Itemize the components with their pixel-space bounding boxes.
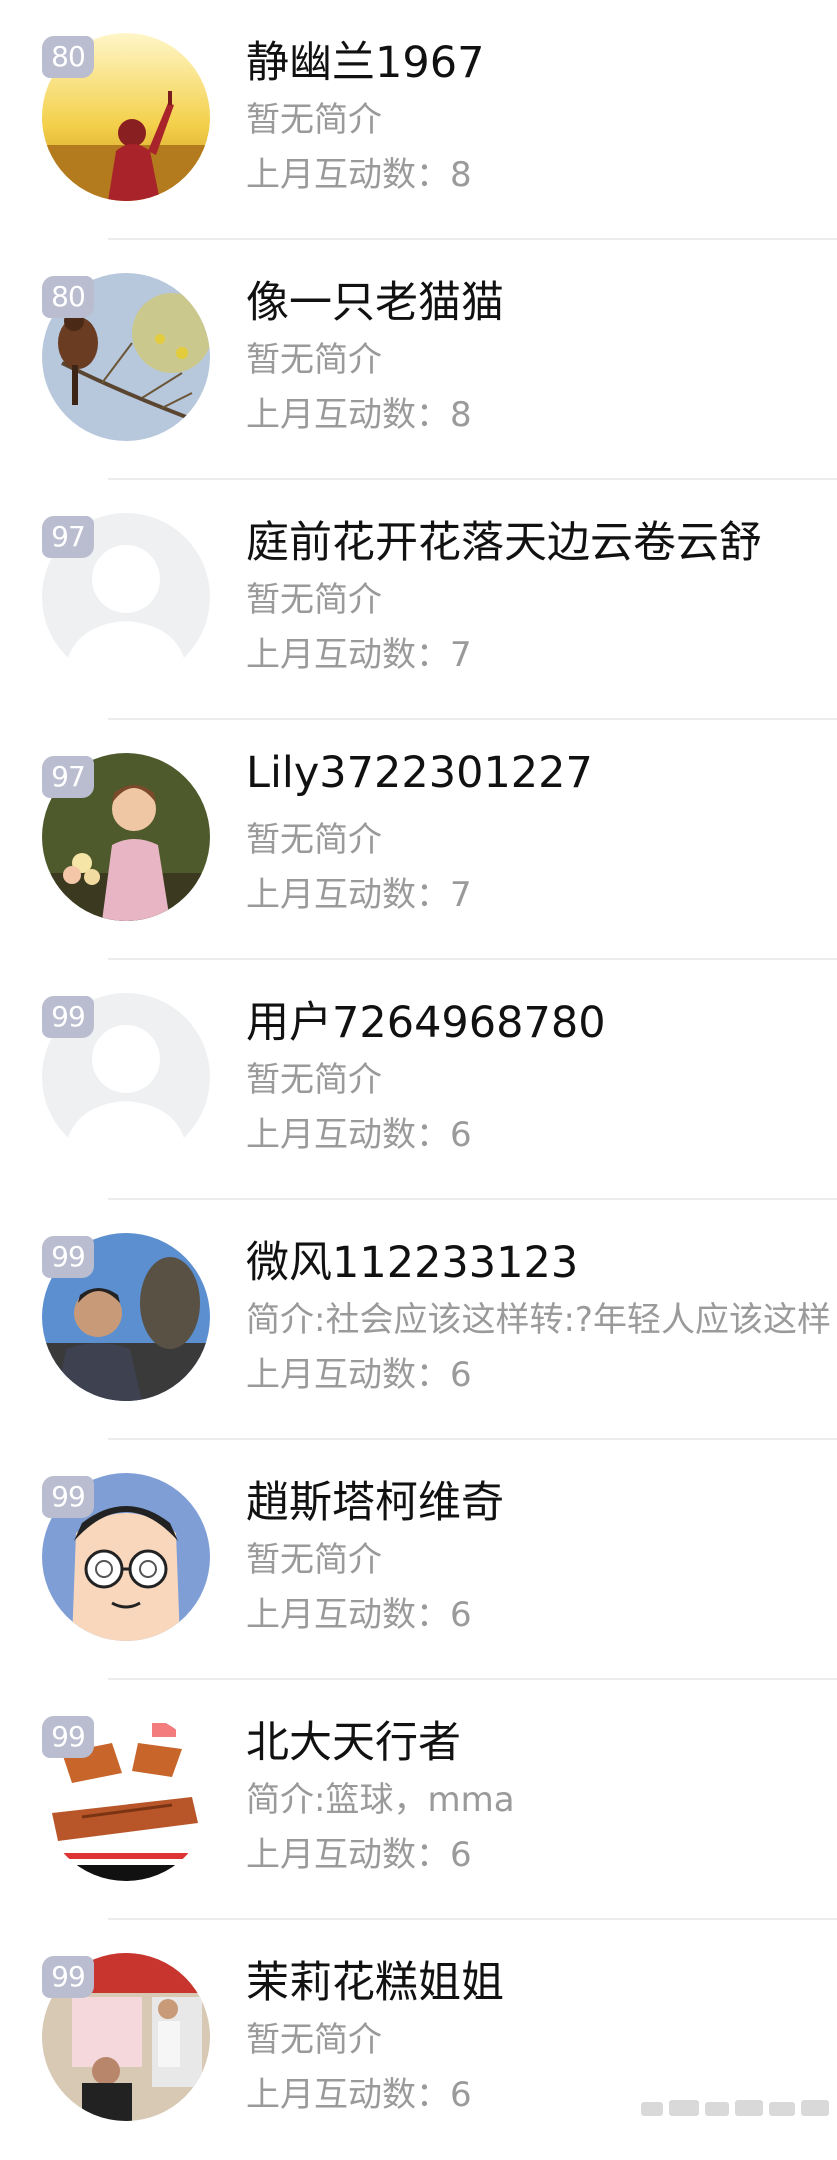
list-item[interactable]: 99 用户7264968780 暂无简介 上月互动数：6 <box>0 960 837 1200</box>
level-badge: 99 <box>42 1236 94 1278</box>
interaction-count: 上月互动数：7 <box>246 635 472 675</box>
user-name[interactable]: 像一只老猫猫 <box>246 268 504 330</box>
level-badge: 80 <box>42 276 94 318</box>
user-name[interactable]: 趙斯塔柯维奇 <box>246 1468 504 1530</box>
user-name[interactable]: 微风112233123 <box>246 1228 578 1290</box>
list-item[interactable]: 97 庭前花开花落天边云卷云舒 暂无简介 上月互动数：7 <box>0 480 837 720</box>
level-badge: 80 <box>42 36 94 78</box>
user-name[interactable]: 静幽兰1967 <box>246 28 484 90</box>
interaction-count: 上月互动数：6 <box>246 1355 472 1395</box>
user-bio: 暂无简介 <box>246 340 382 380</box>
level-badge: 97 <box>42 756 94 798</box>
interaction-count: 上月互动数：6 <box>246 1115 472 1155</box>
level-badge: 99 <box>42 1716 94 1758</box>
interaction-count: 上月互动数：6 <box>246 1835 472 1875</box>
user-name[interactable]: 北大天行者 <box>246 1708 461 1770</box>
level-badge: 99 <box>42 1956 94 1998</box>
user-bio: 简介:篮球，mma <box>246 1780 515 1820</box>
level-badge: 99 <box>42 996 94 1038</box>
user-name[interactable]: Lily3722301227 <box>246 748 593 798</box>
list-item[interactable]: 99 趙斯塔柯维奇 暂无简介 上月互动数：6 <box>0 1440 837 1680</box>
interaction-count: 上月互动数：8 <box>246 395 472 435</box>
user-bio: 简介:社会应该这样转:?年轻人应该这样 <box>246 1300 831 1340</box>
list-item[interactable]: 97 Lily3722301227 暂无简介 上月互动数：7 <box>0 720 837 960</box>
user-name[interactable]: 用户7264968780 <box>246 988 606 1050</box>
user-bio: 暂无简介 <box>246 2020 382 2060</box>
user-name[interactable]: 庭前花开花落天边云卷云舒 <box>246 508 762 570</box>
list-item[interactable]: 99 北大天行者 简介:篮球，mma 上月互动数：6 <box>0 1680 837 1920</box>
list-item[interactable]: 80 像一只老猫猫 暂无简介 上月互动数：8 <box>0 240 837 480</box>
user-bio: 暂无简介 <box>246 1540 382 1580</box>
user-bio: 暂无简介 <box>246 820 382 860</box>
list-item[interactable]: 80 静幽兰1967 暂无简介 上月互动数：8 <box>0 0 837 240</box>
interaction-count: 上月互动数：6 <box>246 2075 472 2115</box>
list-item[interactable]: 99 微风112233123 简介:社会应该这样转:?年轻人应该这样 上月互动数… <box>0 1200 837 1440</box>
interaction-count: 上月互动数：8 <box>246 155 472 195</box>
level-badge: 97 <box>42 516 94 558</box>
user-name[interactable]: 茉莉花糕姐姐 <box>246 1948 504 2010</box>
interaction-count: 上月互动数：6 <box>246 1595 472 1635</box>
user-bio: 暂无简介 <box>246 100 382 140</box>
watermark-icon <box>641 2100 829 2116</box>
user-bio: 暂无简介 <box>246 580 382 620</box>
interaction-count: 上月互动数：7 <box>246 875 472 915</box>
list-item[interactable]: 99 茉莉花糕姐姐 暂无简介 上月互动数：6 <box>0 1920 837 2160</box>
level-badge: 99 <box>42 1476 94 1518</box>
user-bio: 暂无简介 <box>246 1060 382 1100</box>
